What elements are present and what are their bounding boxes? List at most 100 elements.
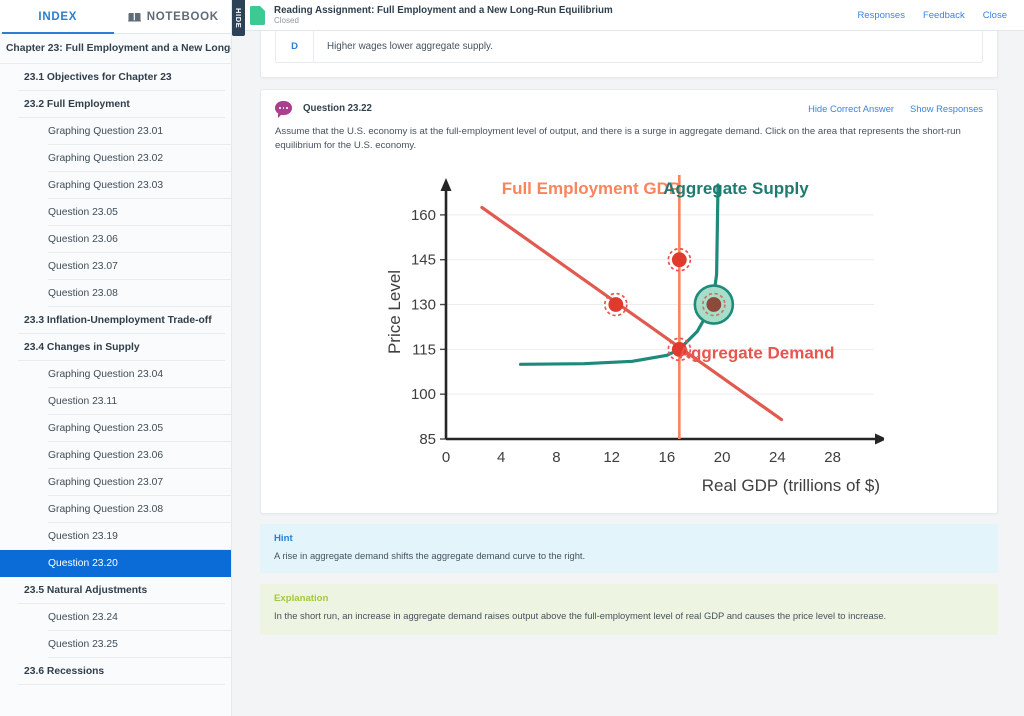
- toc-item[interactable]: 23.1 Objectives for Chapter 23: [0, 64, 231, 91]
- tab-notebook[interactable]: NOTEBOOK: [115, 0, 231, 34]
- toc-item-inner: Graphing Question 23.02: [48, 145, 231, 172]
- toc-item-label: Question 23.11: [48, 395, 118, 407]
- question-label: Question 23.22: [303, 102, 372, 114]
- y-tick-label: 145: [411, 252, 436, 269]
- content-scroll-area[interactable]: D Higher wages lower aggregate supply. Q…: [232, 31, 1024, 716]
- toc-item[interactable]: Question 23.20: [0, 550, 231, 577]
- toc-item-label: Question 23.07: [48, 260, 118, 272]
- toc-item-label: 23.5 Natural Adjustments: [24, 584, 148, 596]
- toc-item[interactable]: Question 23.25: [0, 631, 231, 658]
- toc-item-inner: Graphing Question 23.08: [48, 496, 231, 523]
- topbar-actions: Responses Feedback Close: [857, 10, 1024, 21]
- toc-item-inner: Graphing Question 23.06: [48, 442, 231, 469]
- toc-item[interactable]: Graphing Question 23.04: [0, 361, 231, 388]
- toc-item-inner: Question 23.19: [48, 523, 231, 550]
- toc-item-label: 23.4 Changes in Supply: [24, 341, 140, 353]
- toc-item-label: Question 23.08: [48, 287, 118, 299]
- toc-item[interactable]: 23.3 Inflation-Unemployment Trade-off: [0, 307, 231, 334]
- toc-item[interactable]: Graphing Question 23.02: [0, 145, 231, 172]
- clickable-point-1[interactable]: [608, 296, 624, 312]
- assignment-status: Closed: [274, 16, 299, 26]
- toc-item-label: Question 23.19: [48, 530, 118, 542]
- toc-item[interactable]: Question 23.07: [0, 253, 231, 280]
- toc-item-label: Question 23.05: [48, 206, 118, 218]
- x-tick-label: 24: [769, 449, 786, 466]
- toc-item-label: Graphing Question 23.05: [48, 422, 164, 434]
- y-tick-label: 85: [419, 431, 436, 448]
- toc-item[interactable]: Graphing Question 23.08: [0, 496, 231, 523]
- toc-item[interactable]: Question 23.19: [0, 523, 231, 550]
- toc-item-label: Graphing Question 23.01: [48, 125, 164, 137]
- y-tick-label: 100: [411, 386, 436, 403]
- correct-answer-point[interactable]: [706, 296, 722, 312]
- toc-item-label: Graphing Question 23.07: [48, 476, 164, 488]
- toc-item[interactable]: Graphing Question 23.05: [0, 415, 231, 442]
- show-responses-link[interactable]: Show Responses: [910, 103, 983, 114]
- toc-item-inner: Question 23.08: [48, 280, 231, 307]
- y-tick-label: 130: [411, 296, 436, 313]
- toc-item-inner: Graphing Question 23.07: [48, 469, 231, 496]
- toc-item-inner: Question 23.11: [48, 388, 231, 415]
- hint-box: Hint A rise in aggregate demand shifts t…: [260, 523, 998, 574]
- tab-index[interactable]: INDEX: [0, 0, 116, 34]
- toc-item[interactable]: 23.4 Changes in Supply: [0, 334, 231, 361]
- assignment-title: Reading Assignment: Full Employment and …: [274, 4, 613, 16]
- toc-item-inner: Graphing Question 23.03: [48, 172, 231, 199]
- question-header: Question 23.22 Hide Correct Answer Show …: [261, 90, 997, 119]
- toc-item[interactable]: 23.5 Natural Adjustments: [0, 577, 231, 604]
- toc-item[interactable]: 23.2 Full Employment: [0, 91, 231, 118]
- feedback-link[interactable]: Feedback: [923, 10, 965, 21]
- toc-item-inner: Question 23.05: [48, 199, 231, 226]
- toc-item-label: Graphing Question 23.08: [48, 503, 164, 515]
- y-tick-label: 115: [412, 341, 436, 358]
- toc-item-label: 23.2 Full Employment: [24, 98, 130, 110]
- hint-body: A rise in aggregate demand shifts the ag…: [274, 549, 586, 561]
- toc-item[interactable]: 23.6 Recessions: [0, 658, 231, 685]
- hide-panel-label: HIDE: [234, 7, 243, 29]
- assignment-meta: Reading Assignment: Full Employment and …: [274, 5, 613, 25]
- x-tick-label: 28: [824, 449, 841, 466]
- tab-index-label: INDEX: [38, 11, 78, 23]
- book-icon: [127, 12, 141, 22]
- toc-item-label: Graphing Question 23.03: [48, 179, 164, 191]
- toc-item[interactable]: Graphing Question 23.06: [0, 442, 231, 469]
- hide-correct-answer-link[interactable]: Hide Correct Answer: [808, 103, 894, 114]
- question-card: Question 23.22 Hide Correct Answer Show …: [260, 89, 998, 514]
- tab-notebook-label: NOTEBOOK: [146, 11, 219, 23]
- toc-item-label: Graphing Question 23.06: [48, 449, 164, 461]
- toc-item[interactable]: Question 23.05: [0, 199, 231, 226]
- x-axis-title: Real GDP (trillions of $): [702, 476, 880, 495]
- toc-item-inner: Question 23.25: [48, 631, 231, 658]
- toc-item-label: Graphing Question 23.04: [48, 368, 164, 380]
- toc-item-inner: Question 23.07: [48, 253, 231, 280]
- main-region: Reading Assignment: Full Employment and …: [232, 0, 1024, 716]
- toc-item-label: Question 23.25: [48, 638, 118, 650]
- chart-container[interactable]: 85 100 115 130 145 160 0 4 8 12 16 20 24 28 Price Leve…: [261, 153, 997, 513]
- toc-item[interactable]: Question 23.06: [0, 226, 231, 253]
- option-text: Higher wages lower aggregate supply.: [327, 41, 493, 52]
- toc-item-inner: 23.1 Objectives for Chapter 23: [18, 64, 225, 91]
- toc-item-inner: Question 23.24: [48, 604, 231, 631]
- close-link[interactable]: Close: [983, 10, 1007, 21]
- question-actions: Hide Correct Answer Show Responses: [808, 103, 983, 114]
- answer-option-row[interactable]: D Higher wages lower aggregate supply.: [275, 31, 983, 63]
- toc-item[interactable]: Graphing Question 23.07: [0, 469, 231, 496]
- toc-item[interactable]: Graphing Question 23.01: [0, 118, 231, 145]
- option-letter: D: [276, 31, 314, 62]
- responses-link[interactable]: Responses: [857, 10, 905, 21]
- toc-item-label: Question 23.20: [48, 557, 118, 569]
- toc-item[interactable]: Question 23.11: [0, 388, 231, 415]
- toc-item-label: Question 23.06: [48, 233, 118, 245]
- toc-item[interactable]: Question 23.08: [0, 280, 231, 307]
- series-aggregate-demand: [480, 205, 784, 421]
- toc-item-label: Graphing Question 23.02: [48, 152, 164, 164]
- hide-panel-tab[interactable]: HIDE: [232, 0, 245, 36]
- toc-item-inner: 23.2 Full Employment: [18, 91, 225, 118]
- ad-as-chart[interactable]: 85 100 115 130 145 160 0 4 8 12 16 20 24 28 Price Leve…: [374, 167, 884, 497]
- toc-item-inner: Question 23.20: [48, 550, 231, 577]
- sidebar: INDEX NOTEBOOK Chapter 23: Full Employme…: [0, 0, 232, 716]
- toc-item[interactable]: Graphing Question 23.03: [0, 172, 231, 199]
- explanation-body: In the short run, an increase in aggrega…: [274, 610, 887, 622]
- clickable-point-2[interactable]: [671, 252, 687, 267]
- toc-item[interactable]: Question 23.24: [0, 604, 231, 631]
